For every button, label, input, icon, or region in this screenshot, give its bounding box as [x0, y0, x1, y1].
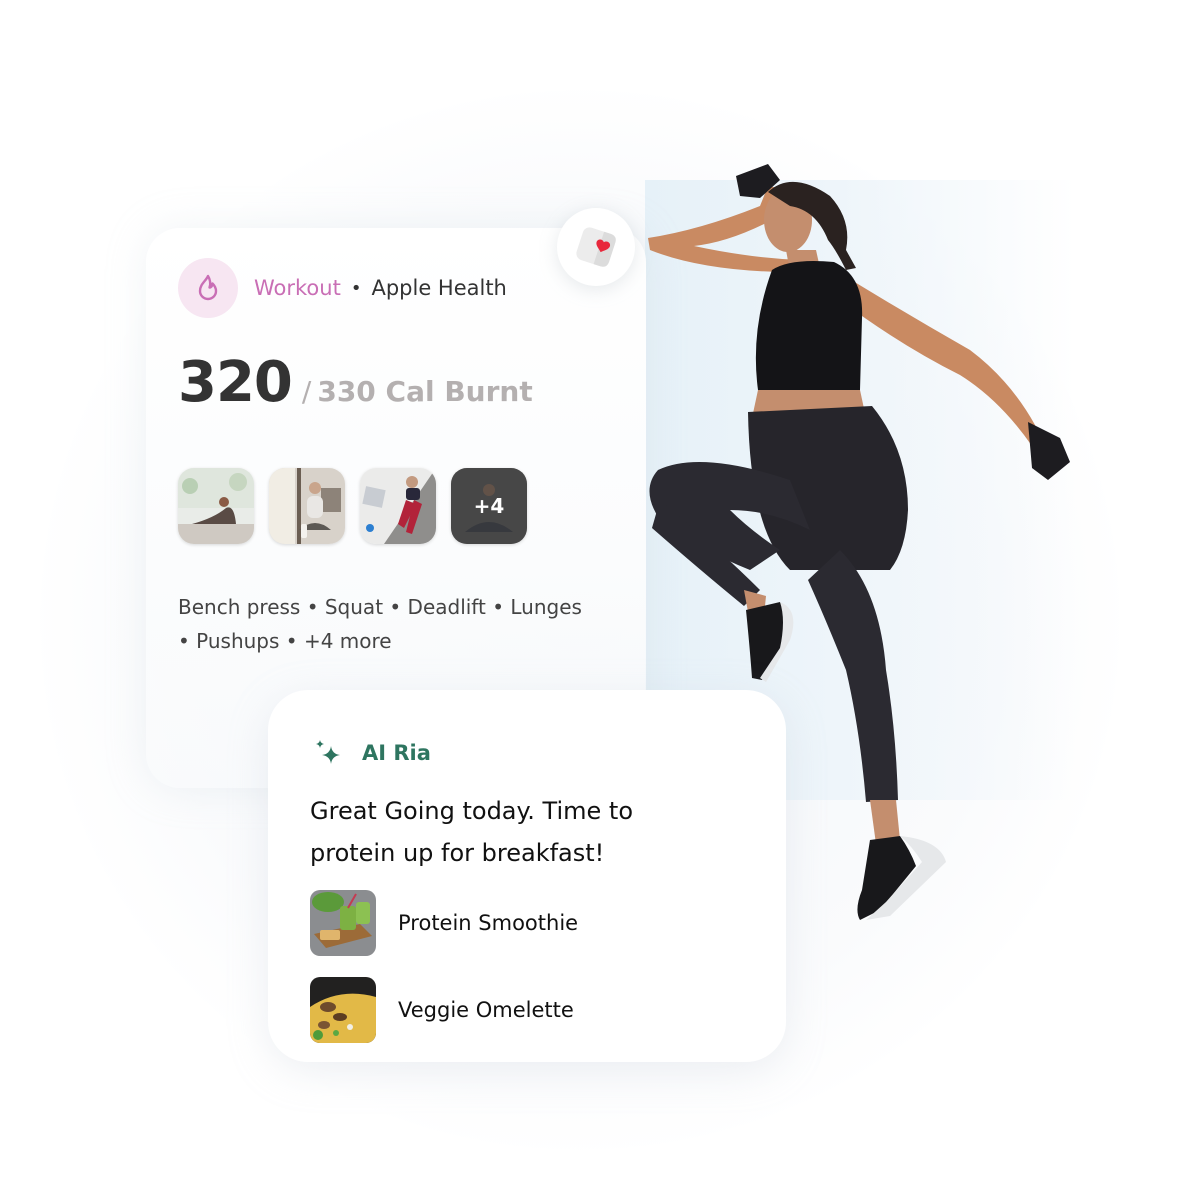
yoga-photo	[178, 468, 254, 544]
exercise-list-line-2: • Pushups • +4 more	[178, 629, 392, 653]
ai-assistant-name: AI Ria	[362, 741, 431, 765]
exercise-list-line-1: Bench press • Squat • Deadlift • Lunges	[178, 595, 582, 619]
ai-message-line-2: protein up for breakfast!	[310, 839, 605, 867]
suggestion-item[interactable]: Protein Smoothie	[310, 890, 578, 956]
workout-header: Workout • Apple Health	[178, 258, 507, 318]
flame-icon	[198, 274, 218, 301]
ai-header: AI Ria	[314, 738, 431, 768]
workout-source: Workout • Apple Health	[254, 276, 507, 300]
omelette-photo	[310, 977, 376, 1043]
calories-burnt-value: 320	[178, 350, 293, 415]
suggestion-name: Protein Smoothie	[398, 911, 579, 935]
thumbnail-more[interactable]: +4	[451, 468, 527, 544]
suggestion-name: Veggie Omelette	[398, 998, 574, 1022]
calories-goal-label: 330 Cal Burnt	[317, 375, 533, 408]
calories-goal: /330 Cal Burnt	[302, 375, 533, 408]
apple-health-badge[interactable]	[557, 208, 635, 286]
ai-message-line-1: Great Going today. Time to	[310, 797, 634, 825]
more-photos-overlay: +4	[451, 468, 527, 544]
sparkles-icon	[316, 740, 340, 764]
meditation-photo	[269, 468, 345, 544]
workout-category-label: Workout	[254, 276, 341, 300]
calories-readout: 320 /330 Cal Burnt	[178, 350, 533, 415]
smoothie-photo	[310, 890, 376, 956]
separator-dot: •	[350, 277, 362, 299]
source-label: Apple Health	[371, 276, 507, 300]
workout-badge	[178, 258, 238, 318]
thumbnail-meditation-window[interactable]	[269, 468, 345, 544]
apple-health-icon	[576, 227, 616, 267]
ai-suggestion-card[interactable]: AI Ria Great Going today. Time to protei…	[268, 690, 786, 1062]
protein-smoothie-thumbnail	[310, 890, 376, 956]
crunches-photo	[360, 468, 436, 544]
glove-right	[1028, 422, 1070, 480]
calories-slash: /	[301, 375, 312, 408]
suggestion-item[interactable]: Veggie Omelette	[310, 977, 574, 1043]
thumbnail-yoga[interactable]	[178, 468, 254, 544]
workout-thumbnails: +4	[178, 468, 527, 544]
ai-message: Great Going today. Time to protein up fo…	[310, 790, 730, 874]
exercise-list: Bench press • Squat • Deadlift • Lunges …	[178, 590, 628, 658]
thumbnail-crunches[interactable]	[360, 468, 436, 544]
veggie-omelette-thumbnail	[310, 977, 376, 1043]
